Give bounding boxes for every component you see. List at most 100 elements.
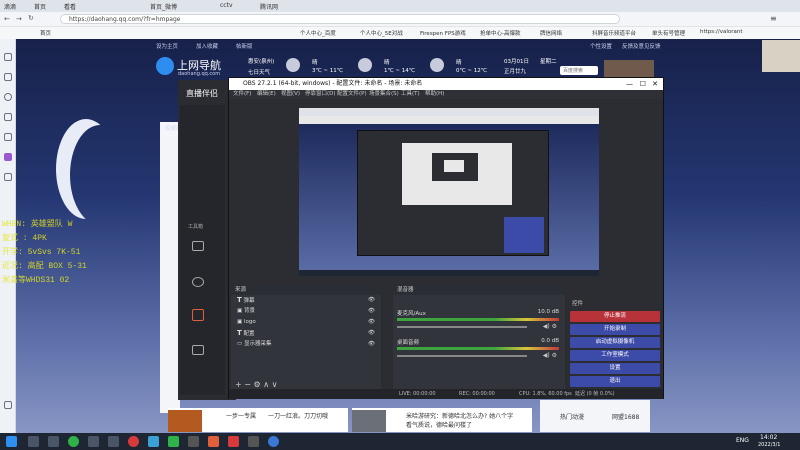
bookmark-1[interactable]: 个人中心_百度 (300, 29, 336, 37)
right-link-0[interactable]: 个性设置 (590, 42, 612, 50)
streaming-app-icon[interactable] (208, 436, 219, 447)
start-recording-button[interactable]: 开始录制 (570, 324, 660, 335)
menu-icon[interactable]: ≡ (770, 14, 777, 23)
back-icon[interactable]: ← (4, 15, 10, 23)
visibility-icon[interactable]: 👁 (368, 328, 375, 339)
shop-icon[interactable] (4, 173, 12, 181)
source-row[interactable]: ▣ logo 👁 (231, 317, 381, 328)
studio-mode-button[interactable]: 工作室模式 (570, 350, 660, 361)
settings-button[interactable]: 设置 (570, 363, 660, 374)
speaker-icon[interactable]: ◀) ⚙ (543, 323, 557, 330)
menu-docks[interactable]: 停靠窗口(D) (305, 90, 336, 99)
star-icon[interactable] (4, 73, 12, 81)
wechat-icon[interactable] (68, 436, 79, 447)
bookmark-4[interactable]: 抢单中心-高爆款 (480, 29, 521, 37)
visibility-icon[interactable]: 👁 (368, 295, 375, 306)
bookmark-6[interactable]: 抖屏音乐频道平台 (592, 29, 636, 37)
visibility-icon[interactable]: 👁 (368, 339, 375, 350)
volume-slider[interactable] (397, 355, 527, 357)
source-row[interactable]: ▣ 背景 👁 (231, 306, 381, 317)
clock-date[interactable]: 2022/3/1 (758, 442, 780, 448)
obs-preview-canvas[interactable] (299, 108, 599, 276)
news-card[interactable]: 米哈游研究：新德哈北怎么办? 她八个字 看气质说，德哈最问楼了 (352, 408, 532, 432)
gift-icon[interactable] (192, 345, 204, 355)
url-input[interactable]: https://daohang.qq.com/?fr=hmpage (69, 16, 180, 23)
menu-help[interactable]: 帮助(H) (425, 90, 444, 99)
exit-button[interactable]: 退出 (570, 376, 660, 387)
bookmark-7[interactable]: 单头有号管理 (652, 29, 685, 37)
tab-1[interactable]: 首页 (34, 2, 46, 11)
stop-streaming-button[interactable]: 停止推流 (570, 311, 660, 322)
visibility-icon[interactable]: 👁 (368, 306, 375, 317)
minimize-icon[interactable]: — (626, 78, 633, 90)
right-link-1[interactable]: 反馈及意见反馈 (622, 42, 661, 50)
news-sub[interactable]: 一刀一红浪。刀刀切哦 (268, 411, 348, 420)
game-icon[interactable] (192, 277, 204, 287)
clock-time[interactable]: 14:02 (760, 434, 777, 441)
search-icon[interactable] (4, 93, 12, 101)
app-icon[interactable] (108, 436, 119, 447)
add-icon[interactable] (4, 401, 12, 409)
tab-2[interactable]: 看看 (64, 2, 76, 11)
app-icon[interactable] (168, 436, 179, 447)
menu-profile[interactable]: 配置文件(P) (337, 90, 367, 99)
danmaku-icon[interactable] (192, 241, 204, 251)
visibility-icon[interactable]: 👁 (368, 317, 375, 328)
speaker-icon[interactable]: ◀) ⚙ (543, 352, 557, 359)
input-language[interactable]: ENG (736, 437, 749, 444)
menu-file[interactable]: 文件(F) (233, 90, 251, 99)
right-item-0[interactable]: 热门动漫 (560, 412, 584, 421)
news-title[interactable]: 米哈游研究：新德哈北怎么办? 她八个字 (406, 411, 532, 420)
start-icon[interactable] (6, 436, 17, 447)
steam-icon[interactable] (28, 436, 39, 447)
maximize-icon[interactable]: ☐ (640, 78, 646, 90)
news-sub[interactable]: 看气质说，德哈最问楼了 (406, 420, 532, 429)
menu-edit[interactable]: 编辑(E) (257, 90, 276, 99)
bookmark-8[interactable]: https://valorant (700, 29, 770, 35)
source-row[interactable]: ▭ 显示器采集 👁 (231, 339, 381, 350)
search-input[interactable]: 百度搜索 (560, 66, 598, 75)
weather-desc[interactable]: 七日天气 (248, 68, 270, 76)
weather-city[interactable]: 惠安(泉州) (248, 57, 274, 65)
reload-icon[interactable]: ↻ (28, 14, 34, 22)
top-link-1[interactable]: 加入收藏 (196, 42, 218, 50)
bookmark-3[interactable]: Firespen FPS游戏 (420, 29, 466, 37)
menu-view[interactable]: 视图(V) (281, 90, 300, 99)
app-icon[interactable] (88, 436, 99, 447)
effects-icon[interactable] (192, 309, 204, 321)
menu-tools[interactable]: 工具(T) (401, 90, 420, 99)
corner-mascot-image[interactable] (762, 40, 800, 72)
menu-scene-collection[interactable]: 场景集合(S) (369, 90, 399, 99)
home-icon[interactable] (4, 53, 12, 61)
virtual-camera-button[interactable]: 启动虚拟摄像机 (570, 337, 660, 348)
forward-icon[interactable]: → (16, 15, 22, 23)
source-row[interactable]: T 配置 👁 (231, 328, 381, 339)
app-icon[interactable] (48, 436, 59, 447)
volume-slider[interactable] (397, 326, 527, 328)
top-link-2[interactable]: 帖新版 (236, 42, 253, 50)
app-icon[interactable] (148, 436, 159, 447)
app-icon[interactable] (248, 436, 259, 447)
bookmark-5[interactable]: 牌信网络 (540, 29, 562, 37)
app-icon[interactable] (188, 436, 199, 447)
tab-0[interactable]: 滴滴 (4, 2, 16, 11)
top-link-0[interactable]: 设为主页 (156, 42, 178, 50)
ad-banner-image[interactable] (604, 60, 654, 78)
history-icon[interactable] (4, 113, 12, 121)
app-icon[interactable] (228, 436, 239, 447)
chat-icon[interactable] (4, 133, 12, 141)
app-icon[interactable] (4, 153, 12, 161)
source-row[interactable]: T 弹幕 👁 (231, 295, 381, 306)
bookmark-0[interactable]: 首页 (40, 29, 51, 37)
app-icon[interactable] (128, 436, 139, 447)
tab-3[interactable]: 首页_微博 (150, 2, 177, 11)
news-card[interactable]: 一步一专属 一刀一红浪。刀刀切哦 (168, 408, 348, 432)
add-source-icon[interactable]: + − ⚙ ∧ ∨ (235, 380, 277, 389)
news-title[interactable]: 一步一专属 (226, 411, 256, 420)
close-icon[interactable]: ✕ (652, 78, 658, 90)
right-item-1[interactable]: 网盟1688 (612, 412, 639, 421)
browser-taskbar-icon[interactable] (268, 436, 279, 447)
tab-4[interactable]: cctv (220, 2, 233, 9)
tab-5[interactable]: 腾讯网 (260, 2, 278, 11)
bookmark-2[interactable]: 个人中心_5E对战 (360, 29, 403, 37)
